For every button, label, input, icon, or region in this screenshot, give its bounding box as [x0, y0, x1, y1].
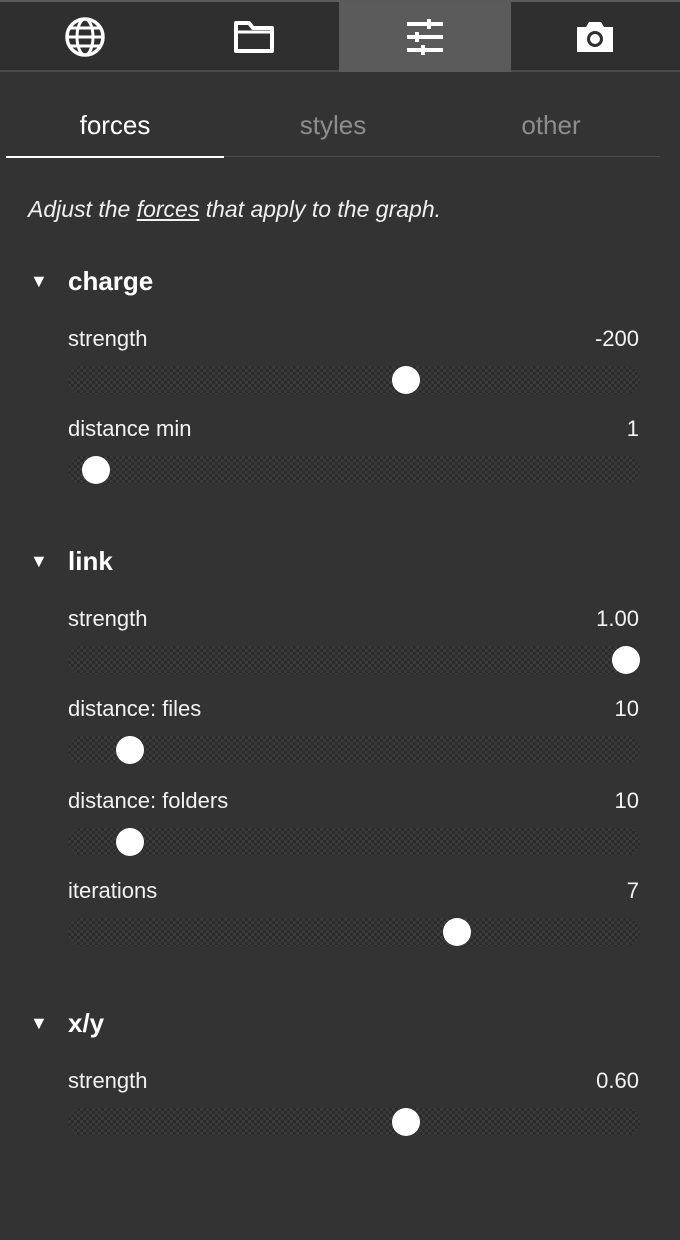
link-iterations-slider[interactable]	[68, 918, 640, 946]
folder-icon	[234, 21, 275, 53]
link-iterations-label: iterations	[68, 878, 158, 903]
charge-distance-min-label: distance min	[68, 416, 192, 441]
section-link-header[interactable]: ▼ link	[30, 546, 113, 577]
camera-icon	[577, 22, 614, 52]
slider-thumb[interactable]	[115, 736, 144, 764]
globe-icon	[65, 17, 105, 57]
section-title-xy: x/y	[68, 1008, 105, 1038]
link-distance-files-label: distance: files	[68, 696, 202, 721]
slider-thumb[interactable]	[612, 646, 640, 674]
sliders-icon	[406, 19, 443, 55]
slider-thumb[interactable]	[443, 918, 472, 946]
link-strength-slider[interactable]	[68, 646, 640, 674]
section-xy-header[interactable]: ▼ x/y	[30, 1008, 104, 1039]
globe-button[interactable]	[0, 2, 170, 72]
charge-strength-slider[interactable]	[68, 366, 640, 394]
toolbar	[0, 0, 680, 72]
camera-button[interactable]	[511, 2, 680, 72]
section-charge-header[interactable]: ▼ charge	[30, 266, 153, 297]
tab-other[interactable]: other	[442, 96, 660, 156]
intro-text: Adjust the forces that apply to the grap…	[28, 196, 441, 223]
intro-after: that apply to the graph.	[199, 196, 441, 222]
charge-distance-min-slider[interactable]	[68, 456, 640, 484]
tab-styles[interactable]: styles	[224, 96, 442, 156]
intro-before: Adjust the	[28, 196, 137, 222]
link-iterations-value: 7	[626, 878, 639, 903]
link-strength-value: 1.00	[596, 606, 639, 631]
forces-link[interactable]: forces	[137, 196, 200, 222]
charge-distance-min-value: 1	[626, 416, 639, 441]
link-distance-files-value: 10	[614, 696, 639, 721]
link-strength-label: strength	[68, 606, 148, 631]
slider-thumb[interactable]	[392, 1108, 421, 1136]
tab-forces[interactable]: forces	[6, 96, 224, 158]
caret-down-icon: ▼	[30, 271, 48, 291]
xy-strength-label: strength	[68, 1068, 148, 1093]
folder-button[interactable]	[170, 2, 340, 72]
link-distance-folders-value: 10	[614, 788, 639, 813]
link-distance-files-slider[interactable]	[68, 736, 640, 764]
section-title-charge: charge	[68, 266, 154, 296]
caret-down-icon: ▼	[30, 551, 48, 571]
tab-bar: forces styles other	[6, 96, 660, 158]
section-title-link: link	[68, 546, 113, 576]
link-distance-folders-label: distance: folders	[68, 788, 229, 813]
sliders-button[interactable]	[339, 2, 511, 72]
caret-down-icon: ▼	[30, 1013, 48, 1033]
slider-thumb[interactable]	[392, 366, 421, 394]
charge-strength-label: strength	[68, 326, 148, 351]
slider-thumb[interactable]	[81, 456, 110, 484]
charge-strength-value: -200	[594, 326, 639, 351]
slider-thumb[interactable]	[115, 828, 144, 856]
xy-strength-slider[interactable]	[68, 1108, 640, 1136]
link-distance-folders-slider[interactable]	[68, 828, 640, 856]
xy-strength-value: 0.60	[596, 1068, 639, 1093]
